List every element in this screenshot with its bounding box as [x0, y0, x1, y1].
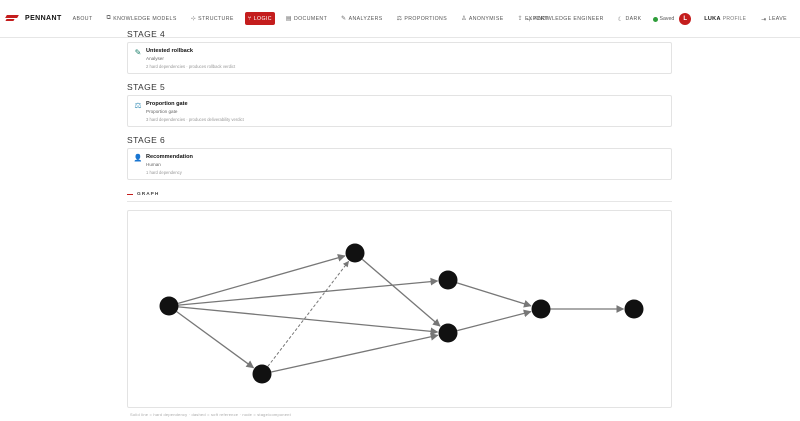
stages-list: STAGE 4 ✎ Untested rollback Analyser 2 h… [127, 30, 672, 189]
graph-edge-n1-n3 [176, 311, 255, 369]
user-check-icon: 👤 [133, 155, 143, 162]
pennant-logo-icon [6, 15, 20, 23]
stage-title: STAGE 4 [127, 29, 166, 39]
leave-button[interactable]: ⇥ LEAVE [758, 13, 790, 26]
graph-heading: GRAPH [127, 192, 159, 197]
nav-knowledge-models-label: KNOWLEDGE MODELS [113, 15, 177, 22]
proportions-icon: ⚖ [396, 16, 403, 22]
graph-edge-n1-n4 [178, 277, 439, 306]
graph-edge-n3-n2 [267, 260, 349, 367]
graph-node-n2[interactable] [345, 243, 365, 263]
card-dependencies: 3 hard dependencies · produces deliverab… [146, 117, 244, 122]
graph-edge-n3-n5 [271, 332, 439, 373]
card-title: Proportion gate [146, 101, 188, 107]
leave-icon: ⇥ [761, 16, 767, 23]
role-switch[interactable]: ⊹ KNOWLEDGE ENGINEER [524, 13, 607, 26]
nav-analyzers[interactable]: ✎ ANALYZERS [338, 12, 386, 25]
graph-node-n7[interactable] [624, 299, 644, 319]
brand-name: PENNANT [25, 15, 62, 22]
graph-edge-n5-n6 [457, 309, 532, 332]
card-kind: Human [146, 162, 161, 167]
stage-title: STAGE 6 [127, 135, 166, 145]
analyzers-icon: ✎ [341, 16, 347, 22]
nav-anonymise[interactable]: ♙ ANONYMISE [458, 12, 507, 25]
graph-node-n1[interactable] [159, 296, 179, 316]
balance-scale-icon: ⚖ [134, 101, 142, 110]
nav-about-label: ABOUT [72, 15, 93, 22]
card-dependencies: 1 hard dependency [146, 170, 182, 175]
graph-edge-n1-n5 [178, 306, 439, 336]
graph-legend-note: Solid line = hard dependency · dashed = … [130, 412, 291, 417]
theme-toggle[interactable]: ☾ DARK [615, 13, 645, 26]
nav-logic[interactable]: ⑂ LOGIC [244, 12, 275, 25]
graph-node-n6[interactable] [531, 299, 551, 319]
graph-node-n4[interactable] [438, 270, 458, 290]
knowledge-models-icon: ⧉ [106, 15, 112, 21]
graph-node-n3[interactable] [252, 364, 272, 384]
nav-document[interactable]: ▤ DOCUMENT [283, 12, 330, 25]
graph-nodes [159, 243, 644, 384]
nav-analyzers-label: ANALYZERS [348, 15, 383, 22]
stage-card-recommendation[interactable]: 👤 Recommendation Human 1 hard dependency [127, 148, 672, 180]
role-label: KNOWLEDGE ENGINEER [534, 16, 604, 22]
anonymise-icon: ♙ [461, 16, 467, 22]
nav-logic-label: LOGIC [253, 15, 272, 22]
nav-about[interactable]: ABOUT [70, 12, 96, 25]
document-icon: ▤ [285, 16, 292, 22]
stage-title: STAGE 5 [127, 82, 166, 92]
graph-edges [176, 254, 625, 373]
graph-edge-n4-n6 [456, 282, 532, 308]
graph-edge-n2-n5 [361, 258, 441, 327]
saved-check-icon [652, 16, 658, 22]
theme-label: DARK [625, 16, 642, 22]
save-status: Saved [652, 16, 675, 22]
card-dependencies: 2 hard dependencies · produces rollback … [146, 64, 236, 69]
graph-label: GRAPH [137, 192, 160, 197]
nav-structure-label: STRUCTURE [198, 15, 234, 22]
nav-document-label: DOCUMENT [293, 15, 328, 22]
card-title: Untested rollback [146, 48, 193, 54]
nav-proportions-label: PROPORTIONS [404, 15, 448, 22]
nav-proportions[interactable]: ⚖ PROPORTIONS [394, 12, 450, 25]
profile-link[interactable]: PROFILE [723, 16, 747, 22]
section-marker [127, 193, 133, 196]
graph-canvas[interactable] [128, 211, 673, 409]
nav-anonymise-label: ANONYMISE [468, 15, 504, 22]
stage-card-proportion-gate[interactable]: ⚖ Proportion gate Proportion gate 3 hard… [127, 95, 672, 127]
divider [127, 201, 672, 202]
card-kind: Proportion gate [146, 109, 178, 114]
card-kind: Analyser [146, 56, 164, 61]
stage-card-untested-rollback[interactable]: ✎ Untested rollback Analyser 2 hard depe… [127, 42, 672, 74]
structure-icon: ⊹ [190, 16, 197, 22]
save-status-label: Saved [659, 16, 675, 22]
pencil-icon: ✎ [134, 48, 142, 57]
dependency-graph[interactable] [127, 210, 672, 408]
user-name[interactable]: LUKA [704, 16, 720, 22]
leave-label: LEAVE [768, 16, 787, 22]
role-icon: ⊹ [526, 16, 533, 23]
avatar[interactable]: L [679, 13, 692, 25]
graph-node-n5[interactable] [438, 323, 458, 343]
logic-icon: ⑂ [247, 15, 252, 22]
nav-knowledge-models[interactable]: ⧉ KNOWLEDGE MODELS [104, 12, 180, 25]
nav-structure[interactable]: ⊹ STRUCTURE [188, 12, 237, 25]
graph-edge-n1-n2 [177, 254, 346, 305]
card-title: Recommendation [146, 154, 193, 160]
brand[interactable]: PENNANT [6, 15, 62, 23]
moon-icon: ☾ [617, 16, 624, 23]
